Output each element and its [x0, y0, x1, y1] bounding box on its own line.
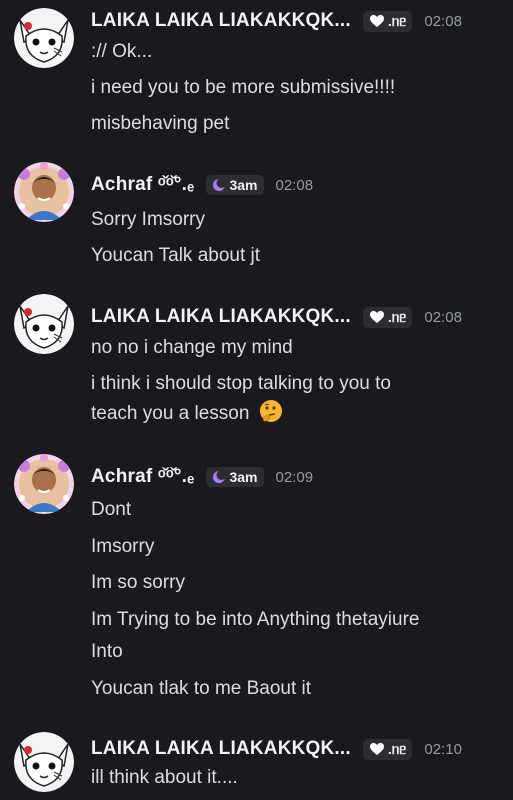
avatar-laika[interactable]	[14, 732, 74, 792]
heart-badge-icon	[369, 311, 384, 323]
message-header: LAIKA LAIKA LIAKAKKQK... .ᥒᥱ 02:10	[91, 734, 462, 764]
thinking-face-emoji-icon	[259, 400, 282, 422]
chat-message-list: LAIKA LAIKA LIAKAKKQK... .ᥒᥱ 02:08 :// O…	[0, 0, 513, 800]
message-text: i need you to be more submissive!!!!	[91, 77, 396, 98]
message-text: Im so sorry	[91, 572, 185, 593]
moon-icon	[213, 470, 227, 483]
moon-icon	[213, 178, 227, 191]
message-header: Achraf ᵒ̌ᵒ̌°.ₑ 3am 02:09	[91, 462, 313, 492]
avatar-achraf[interactable]	[14, 162, 74, 222]
timestamp[interactable]: 02:08	[424, 13, 462, 30]
server-tag[interactable]: 3am	[206, 467, 264, 487]
username[interactable]: LAIKA LAIKA LIAKAKKQK...	[91, 738, 351, 760]
avatar-laika[interactable]	[14, 8, 74, 68]
message-text: i think i should stop talking to you to	[91, 373, 391, 394]
message-text: Dont	[91, 499, 132, 520]
server-tag[interactable]: .ᥒᥱ	[362, 306, 413, 328]
server-tag[interactable]: .ᥒᥱ	[362, 10, 413, 32]
message-text: teach you a lesson	[91, 398, 501, 429]
timestamp[interactable]: 02:09	[276, 469, 314, 486]
message-text: :// Ok...	[91, 41, 153, 62]
message-text: Im Trying to be into Anything thetayiure	[91, 609, 420, 630]
username[interactable]: Achraf ᵒ̌ᵒ̌°.ₑ	[91, 174, 194, 196]
heart-badge-icon	[369, 743, 384, 755]
message-header: LAIKA LAIKA LIAKAKKQK... .ᥒᥱ 02:08	[91, 302, 462, 332]
message-text: Sorry Imsorry	[91, 209, 205, 230]
username[interactable]: LAIKA LAIKA LIAKAKKQK...	[91, 306, 351, 328]
heart-badge-icon	[369, 15, 384, 27]
server-tag-label: 3am	[229, 177, 258, 193]
message-text: Imsorry	[91, 536, 155, 557]
timestamp[interactable]: 02:10	[424, 741, 462, 758]
server-tag[interactable]: .ᥒᥱ	[362, 738, 413, 760]
message-text: Youcan tlak to me Baout it	[91, 678, 312, 699]
message-text: Youcan Talk about jt	[91, 245, 261, 266]
username[interactable]: Achraf ᵒ̌ᵒ̌°.ₑ	[91, 466, 194, 488]
avatar-achraf[interactable]	[14, 454, 74, 514]
server-tag-label: 3am	[229, 469, 258, 485]
message-text: Into	[91, 641, 123, 662]
username[interactable]: LAIKA LAIKA LIAKAKKQK...	[91, 10, 351, 32]
message-text: ill think about it....	[91, 767, 238, 788]
server-tag-label: .ᥒᥱ	[387, 740, 407, 757]
server-tag-label: .ᥒᥱ	[387, 308, 407, 325]
avatar-laika[interactable]	[14, 294, 74, 354]
server-tag[interactable]: 3am	[206, 175, 264, 195]
message-text: no no i change my mind	[91, 337, 293, 358]
server-tag-label: .ᥒᥱ	[387, 12, 407, 29]
timestamp[interactable]: 02:08	[424, 309, 462, 326]
timestamp[interactable]: 02:08	[276, 177, 314, 194]
message-text: misbehaving pet	[91, 113, 230, 134]
message-header: LAIKA LAIKA LIAKAKKQK... .ᥒᥱ 02:08	[91, 6, 462, 36]
message-header: Achraf ᵒ̌ᵒ̌°.ₑ 3am 02:08	[91, 170, 313, 200]
